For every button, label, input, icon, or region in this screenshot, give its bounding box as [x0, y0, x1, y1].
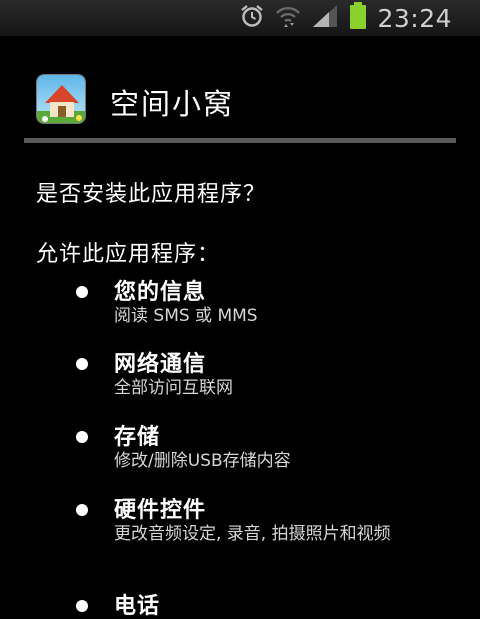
dialog-header: 空间小窝: [0, 60, 480, 140]
bullet: [76, 600, 88, 612]
clock: 23:24: [377, 3, 452, 33]
permission-title: 电话: [114, 594, 161, 619]
permissions-heading: 允许此应用程序：: [36, 242, 221, 267]
bullet: [76, 431, 88, 443]
permission-title: 硬件控件: [114, 498, 207, 523]
house-icon: [36, 74, 86, 124]
bullet: [76, 504, 88, 516]
signal-icon: [311, 3, 339, 33]
bullet: [76, 286, 88, 298]
permission-desc: 更改音频设定, 录音, 拍摄照片和视频: [114, 524, 391, 544]
permission-desc: 修改/删除USB存储内容: [114, 451, 291, 471]
permission-title: 存储: [114, 425, 161, 450]
permission-title: 您的信息: [114, 280, 207, 305]
permission-desc: 全部访问互联网: [114, 378, 233, 398]
battery-icon: [349, 2, 367, 34]
permission-title: 网络通信: [114, 352, 207, 377]
bullet: [76, 358, 88, 370]
status-icons: 23:24: [239, 0, 480, 36]
alarm-icon: [239, 3, 265, 33]
wifi-icon: [275, 3, 301, 33]
install-question: 是否安装此应用程序？: [36, 182, 267, 207]
status-bar: 23:24: [0, 0, 480, 36]
app-name: 空间小窝: [110, 87, 235, 121]
permission-desc: 阅读 SMS 或 MMS: [114, 306, 258, 326]
header-divider: [24, 138, 456, 143]
